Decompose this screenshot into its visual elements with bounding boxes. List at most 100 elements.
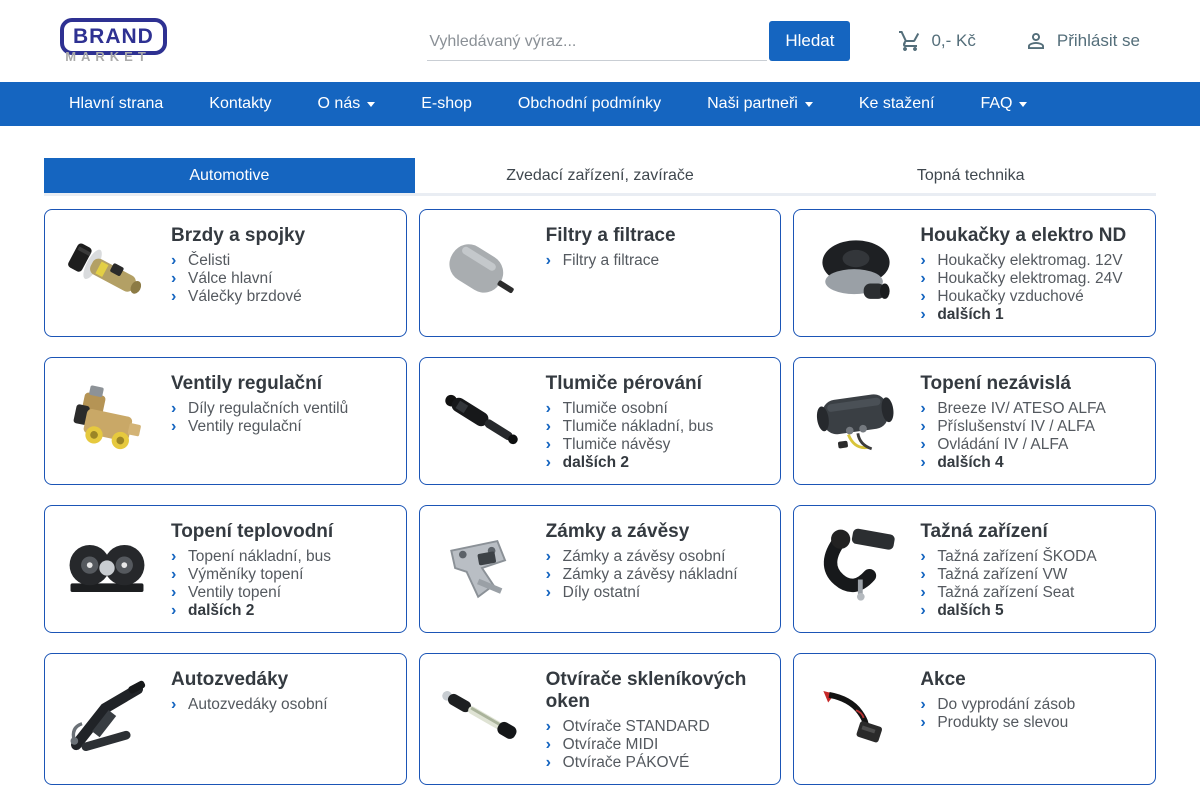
subcategory-list: ›Filtry a filtrace [546,252,676,270]
subcategory-label: Otvírače STANDARD [563,718,710,736]
subcategory-label: Houkačky vzduchové [937,288,1083,306]
category-card-body: Otvírače skleníkových oken ›Otvírače STAN… [546,666,769,772]
subcategory-link[interactable]: ›Tlumiče nákladní, bus [546,418,714,436]
subcategory-label: Filtry a filtrace [563,252,659,270]
chevron-right-icon: › [920,306,937,324]
category-title[interactable]: Tažná zařízení [920,521,1096,543]
nav-item-nasi-partneri[interactable]: Naši partneři [684,82,836,126]
subcategory-label: Válce hlavní [188,270,272,288]
subcategory-link[interactable]: ›Ventily regulační [171,418,348,436]
subcategory-link[interactable]: ›dalších 5 [920,602,1096,620]
subcategory-link[interactable]: ›Do vyprodání zásob [920,696,1075,714]
subcategory-link[interactable]: ›Příslušenství IV / ALFA [920,418,1106,436]
login-button[interactable]: Přihlásit se [1024,29,1140,53]
subcategory-label: dalších 1 [937,306,1003,324]
subcategory-link[interactable]: ›Houkačky elektromag. 12V [920,252,1126,270]
nav-item-obchodni-podminky[interactable]: Obchodní podmínky [495,82,684,126]
subcategory-link[interactable]: ›dalších 2 [546,454,714,472]
category-card-body: Tažná zařízení›Tažná zařízení ŠKODA›Tažn… [920,518,1096,620]
subcategory-link[interactable]: ›Autozvedáky osobní [171,696,328,714]
chevron-right-icon: › [171,252,188,270]
search-input[interactable] [427,23,767,61]
subcategory-label: Ventily regulační [188,418,302,436]
category-card-tlumice-perovani: Tlumiče pérování›Tlumiče osobní›Tlumiče … [419,357,782,485]
subcategory-link[interactable]: ›Topení nákladní, bus [171,548,333,566]
subcategory-list: ›Autozvedáky osobní [171,696,328,714]
subcategory-link[interactable]: ›Tažná zařízení ŠKODA [920,548,1096,566]
nav-item-faq[interactable]: FAQ [957,82,1050,126]
cart-icon [898,29,922,53]
subcategory-label: Autozvedáky osobní [188,696,328,714]
subcategory-label: Díly ostatní [563,584,641,602]
subcategory-link[interactable]: ›Otvírače STANDARD [546,718,769,736]
subcategory-link[interactable]: ›Tažná zařízení Seat [920,584,1096,602]
nav-item-kontakty[interactable]: Kontakty [186,82,294,126]
category-title[interactable]: Topení nezávislá [920,373,1106,395]
chevron-right-icon: › [920,252,937,270]
logo-text-market: MARKET [60,49,156,64]
tab-zvedaci-zarizeni-zavirace[interactable]: Zvedací zařízení, zavírače [415,158,786,193]
category-card-body: Autozvedáky ›Autozvedáky osobní [171,666,328,772]
nav-item-e-shop[interactable]: E-shop [398,82,495,126]
main-content: AutomotiveZvedací zařízení, zavíračeTopn… [44,158,1156,805]
category-title[interactable]: Houkačky a elektro ND [920,225,1126,247]
chevron-right-icon: › [920,714,937,732]
chevron-right-icon: › [171,400,188,418]
subcategory-link[interactable]: ›Otvírače MIDI [546,736,769,754]
subcategory-label: Tlumiče návěsy [563,436,671,454]
subcategory-link[interactable]: ›Válečky brzdové [171,288,305,306]
chevron-right-icon: › [171,696,188,714]
chevron-right-icon: › [171,288,188,306]
subcategory-link[interactable]: ›dalších 4 [920,454,1106,472]
subcategory-link[interactable]: ›Díly regulačních ventilů [171,400,348,418]
logo-text-brand: BRAND [73,25,154,49]
subcategory-link[interactable]: ›Ventily topení [171,584,333,602]
subcategory-link[interactable]: ›Zámky a závěsy osobní [546,548,738,566]
subcategory-link[interactable]: ›Houkačky elektromag. 24V [920,270,1126,288]
subcategory-label: Zámky a závěsy nákladní [563,566,738,584]
category-title[interactable]: Akce [920,669,1075,691]
category-card-body: Houkačky a elektro ND ›Houkačky elektroma… [920,222,1126,324]
chevron-right-icon: › [920,270,937,288]
category-title[interactable]: Brzdy a spojky [171,225,305,247]
brake-cylinder-image [57,222,157,322]
nav-item-ke-stazeni[interactable]: Ke stažení [836,82,958,126]
category-title[interactable]: Filtry a filtrace [546,225,676,247]
subcategory-link[interactable]: ›dalších 2 [171,602,333,620]
category-title[interactable]: Tlumiče pérování [546,373,714,395]
subcategory-link[interactable]: ›Houkačky vzduchové [920,288,1126,306]
category-title[interactable]: Autozvedáky [171,669,328,691]
subcategory-link[interactable]: ›Tlumiče osobní [546,400,714,418]
subcategory-list: ›Breeze IV/ ATESO ALFA›Příslušenství IV … [920,400,1106,472]
search-button[interactable]: Hledat [769,21,850,61]
nav-item-hlavni-strana[interactable]: Hlavní strana [46,82,186,126]
subcategory-link[interactable]: ›Výměníky topení [171,566,333,584]
brand-logo[interactable]: BRAND MARKET [60,18,156,64]
subcategory-link[interactable]: ›Zámky a závěsy nákladní [546,566,738,584]
subcategory-link[interactable]: ›Válce hlavní [171,270,305,288]
cable-image [806,666,906,766]
category-title[interactable]: Otvírače skleníkových oken [546,669,769,713]
main-nav: Hlavní stranaKontaktyO násE-shopObchodní… [0,82,1200,126]
subcategory-link[interactable]: ›Tažná zařízení VW [920,566,1096,584]
subcategory-label: Tlumiče nákladní, bus [563,418,714,436]
subcategory-link[interactable]: ›Díly ostatní [546,584,738,602]
subcategory-label: Otvírače MIDI [563,736,659,754]
cart-button[interactable]: 0,- Kč [898,29,975,53]
tab-topna-technika[interactable]: Topná technika [785,158,1156,193]
category-title[interactable]: Ventily regulační [171,373,348,395]
subcategory-link[interactable]: ›dalších 1 [920,306,1126,324]
category-card-zamky-a-zavesy: Zámky a závěsy ›Zámky a závěsy osobní›Zám… [419,505,782,633]
category-title[interactable]: Topení teplovodní [171,521,333,543]
category-card-topeni-nezavisla: Topení nezávislá ›Breeze IV/ ATESO ALFA›P… [793,357,1156,485]
tab-automotive[interactable]: Automotive [44,158,415,193]
subcategory-link[interactable]: ›Breeze IV/ ATESO ALFA [920,400,1106,418]
nav-item-o-nas[interactable]: O nás [295,82,399,126]
subcategory-link[interactable]: ›Filtry a filtrace [546,252,676,270]
subcategory-link[interactable]: ›Otvírače PÁKOVÉ [546,754,769,772]
category-title[interactable]: Zámky a závěsy [546,521,738,543]
subcategory-link[interactable]: ›Čelisti [171,252,305,270]
subcategory-link[interactable]: ›Ovládání IV / ALFA [920,436,1106,454]
subcategory-link[interactable]: ›Tlumiče návěsy [546,436,714,454]
subcategory-link[interactable]: ›Produkty se slevou [920,714,1075,732]
